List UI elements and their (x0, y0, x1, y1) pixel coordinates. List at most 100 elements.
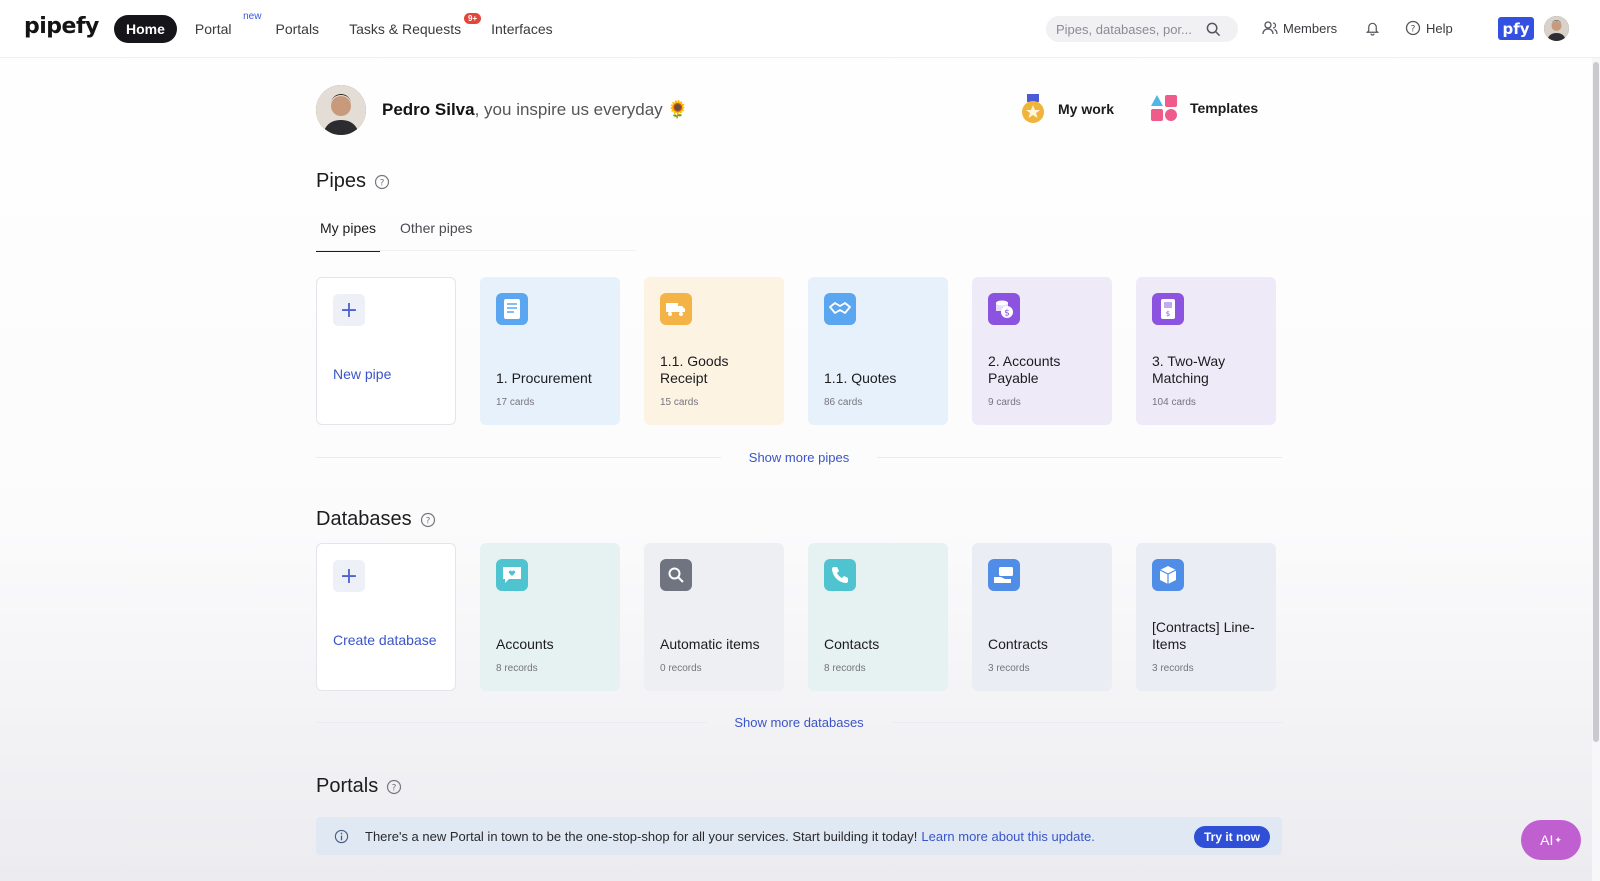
magnifier-icon (660, 559, 692, 591)
show-more-pipes-link[interactable]: Show more pipes (721, 450, 877, 465)
help-icon[interactable]: ? (374, 174, 390, 190)
try-it-now-button[interactable]: Try it now (1193, 826, 1270, 848)
help-label: Help (1426, 20, 1453, 36)
user-name: Pedro Silva (382, 100, 475, 119)
greeting-text: Pedro Silva, you inspire us everyday 🌻 (382, 100, 689, 120)
user-avatar[interactable] (1544, 16, 1569, 41)
pipes-list: + New pipe 1. Procurement 17 cards 1.1. … (316, 277, 1300, 425)
help-circle-icon: ? (1405, 20, 1421, 36)
pipefy-logo[interactable]: pipefy (24, 14, 99, 39)
database-name: Contracts (988, 636, 1048, 652)
chat-heart-icon (496, 559, 528, 591)
hand-card-icon (988, 559, 1020, 591)
pipes-tabs: My pipes Other pipes (316, 216, 492, 252)
database-card-automatic-items[interactable]: Automatic items 0 records (644, 543, 784, 691)
database-card-contracts[interactable]: Contracts 3 records (972, 543, 1112, 691)
pipe-name: 3. Two-Way Matching (1152, 353, 1226, 386)
shapes-icon (1151, 95, 1177, 121)
members-button[interactable]: Members (1262, 20, 1337, 36)
divider (891, 721, 1283, 723)
search-input[interactable] (1056, 21, 1206, 37)
members-icon (1262, 21, 1278, 35)
nav-home[interactable]: Home (114, 15, 177, 43)
banner-text: There's a new Portal in town to be the o… (365, 828, 918, 844)
show-more-databases: Show more databases (316, 712, 1283, 732)
database-card-contacts[interactable]: Contacts 8 records (808, 543, 948, 691)
svg-text:?: ? (392, 783, 397, 793)
global-search[interactable] (1046, 16, 1238, 42)
databases-section-title: Databases ? (316, 508, 436, 531)
tab-other-pipes[interactable]: Other pipes (396, 216, 476, 252)
templates-link[interactable]: Templates (1150, 94, 1258, 122)
pipe-count: 15 cards (660, 397, 699, 408)
pipe-card-two-way-matching[interactable]: $ 3. Two-Way Matching 104 cards (1136, 277, 1276, 425)
divider (877, 456, 1283, 458)
learn-more-link[interactable]: Learn more about this update. (921, 829, 1094, 844)
ai-label: AI (1540, 832, 1554, 848)
ai-assistant-button[interactable]: AI ✦ (1521, 820, 1581, 860)
nav-portal[interactable]: Portal new (183, 11, 262, 43)
pipe-name: 1. Procurement (496, 370, 592, 386)
top-bar: pipefy Home Portal new Portals Tasks & R… (0, 0, 1600, 58)
medal-icon (1022, 94, 1044, 123)
greeting-message: , you inspire us everyday (474, 100, 663, 119)
notifications-button[interactable] (1365, 20, 1385, 36)
vertical-scrollbar[interactable] (1593, 62, 1599, 742)
databases-list: + Create database Accounts 8 records Aut… (316, 543, 1300, 691)
pipe-name: 2. Accounts Payable (988, 353, 1061, 386)
show-more-pipes: Show more pipes (316, 447, 1283, 467)
help-icon[interactable]: ? (386, 779, 402, 795)
new-pipe-label: New pipe (333, 366, 392, 382)
help-button[interactable]: ? Help (1405, 20, 1453, 36)
templates-label: Templates (1190, 100, 1259, 116)
pipe-name: 1.1. Goods Receipt (660, 353, 729, 386)
svg-text:?: ? (380, 178, 385, 188)
svg-text:?: ? (1411, 25, 1416, 35)
show-more-databases-link[interactable]: Show more databases (706, 715, 891, 730)
svg-text:$: $ (1166, 310, 1170, 318)
portals-title: Portals (316, 775, 379, 797)
divider (316, 721, 707, 723)
coins-icon: $ (988, 293, 1020, 325)
profile-portrait-icon (316, 85, 366, 135)
search-icon[interactable] (1206, 22, 1221, 37)
bell-icon (1365, 22, 1380, 36)
pipe-count: 17 cards (496, 397, 535, 408)
pipe-count: 104 cards (1152, 397, 1196, 408)
database-card-accounts[interactable]: Accounts 8 records (480, 543, 620, 691)
nav-tasks-label: Tasks & Requests (349, 21, 462, 37)
help-icon[interactable]: ? (420, 512, 436, 528)
nav-interfaces[interactable]: Interfaces (479, 15, 564, 43)
svg-text:$: $ (1004, 309, 1010, 319)
database-count: 8 records (824, 663, 866, 674)
avatar-portrait-icon (1544, 16, 1569, 41)
database-count: 8 records (496, 663, 538, 674)
create-database-card[interactable]: + Create database (316, 543, 456, 691)
sparkle-icon: ✦ (1554, 834, 1562, 845)
my-work-label: My work (1058, 101, 1115, 117)
pipe-card-goods-receipt[interactable]: 1.1. Goods Receipt 15 cards (644, 277, 784, 425)
nav-tasks-requests[interactable]: Tasks & Requests 9+ (337, 13, 482, 43)
pipe-card-procurement[interactable]: 1. Procurement 17 cards (480, 277, 620, 425)
profile-avatar[interactable] (316, 85, 366, 135)
info-icon (334, 829, 349, 843)
nav-portals[interactable]: Portals (263, 15, 331, 43)
new-pipe-card[interactable]: + New pipe (316, 277, 456, 425)
pipes-section-title: Pipes ? (316, 170, 390, 193)
phone-icon (824, 559, 856, 591)
database-count: 3 records (1152, 663, 1194, 674)
plus-icon: + (333, 294, 365, 326)
databases-title: Databases (316, 508, 412, 530)
portal-announcement-banner: There's a new Portal in town to be the o… (316, 817, 1282, 855)
database-name: Accounts (496, 636, 554, 652)
database-count: 3 records (988, 663, 1030, 674)
my-work-link[interactable]: My work (1020, 94, 1114, 124)
database-card-contracts-line-items[interactable]: [Contracts] Line-Items 3 records (1136, 543, 1276, 691)
database-count: 0 records (660, 663, 702, 674)
pipe-card-accounts-payable[interactable]: $ 2. Accounts Payable 9 cards (972, 277, 1112, 425)
nav-portal-label: Portal (194, 21, 232, 37)
organization-badge[interactable]: pfy (1498, 17, 1534, 40)
tab-my-pipes[interactable]: My pipes (316, 216, 381, 252)
pipe-name: 1.1. Quotes (824, 370, 897, 386)
pipe-card-quotes[interactable]: 1.1. Quotes 86 cards (808, 277, 948, 425)
